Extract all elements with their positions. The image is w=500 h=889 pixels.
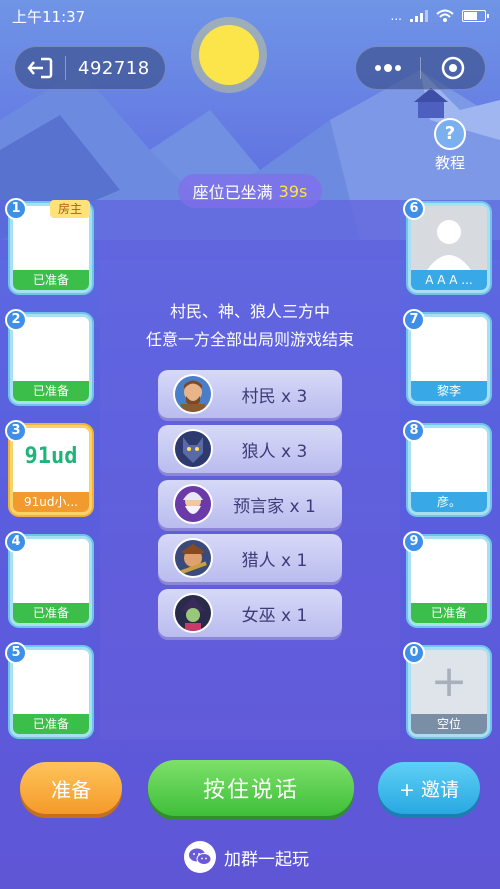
role-item-werewolf: 狼人 x 3	[158, 425, 342, 473]
host-badge: 房主	[50, 200, 90, 218]
status-bar: 上午11:37 ...	[0, 0, 500, 32]
countdown-timer: 39s	[278, 181, 308, 201]
room-pill: 492718	[14, 46, 166, 90]
witch-avatar-icon	[173, 593, 213, 633]
seat-number: 7	[403, 309, 425, 331]
seat-8[interactable]: 彦。	[411, 428, 487, 512]
seat-status: 已准备	[13, 381, 89, 401]
seat-number: 4	[5, 531, 27, 553]
room-number: 492718	[78, 57, 150, 79]
seat-4[interactable]: 已准备	[13, 539, 89, 623]
status-time: 上午11:37	[12, 7, 86, 26]
role-label: 狼人 x 3	[241, 441, 308, 462]
seat-number: 6	[403, 198, 425, 220]
more-dots-icon	[375, 64, 401, 72]
seat-status: 已准备	[13, 714, 89, 734]
seat-7[interactable]: 黎李	[411, 317, 487, 401]
tutorial-button[interactable]: ? 教程	[428, 118, 472, 173]
seat-2[interactable]: 已准备	[13, 317, 89, 401]
ready-button[interactable]: 准备	[20, 762, 122, 814]
seat-6[interactable]: A A A ...	[411, 206, 487, 290]
seat-number: 3	[5, 420, 27, 442]
tutorial-label: 教程	[434, 154, 465, 172]
seat-status-banner: 座位已坐满 39s	[178, 174, 322, 208]
question-icon: ?	[434, 118, 466, 150]
push-to-talk-button[interactable]: 按住说话	[148, 760, 354, 816]
seat-5[interactable]: 已准备	[13, 650, 89, 734]
more-button[interactable]	[356, 47, 420, 89]
seer-avatar-icon	[173, 484, 213, 524]
target-icon	[441, 56, 465, 80]
game-rules: 村民、神、狼人三方中 任意一方全部出局则游戏结束	[100, 298, 400, 354]
role-label: 预言家 x 1	[233, 496, 316, 517]
invite-button[interactable]: + 邀请	[378, 762, 480, 814]
wifi-icon	[436, 9, 454, 22]
seat-number: 2	[5, 309, 27, 331]
seat-number: 9	[403, 531, 425, 553]
exit-icon	[27, 57, 53, 79]
join-group-label: 加群一起玩	[224, 849, 309, 870]
seat-status: 空位	[411, 714, 487, 734]
seat-number: 5	[5, 642, 27, 664]
seat-status: A A A ...	[411, 270, 487, 290]
role-item-villager: 村民 x 3	[158, 370, 342, 418]
seat-3[interactable]: 91ud 91ud小...	[13, 428, 89, 512]
seat-1[interactable]: 已准备	[13, 206, 89, 290]
role-label: 村民 x 3	[241, 386, 308, 407]
signal-icon	[410, 10, 428, 22]
role-item-seer: 预言家 x 1	[158, 480, 342, 528]
rules-line-1: 村民、神、狼人三方中	[169, 302, 330, 321]
join-group-link[interactable]: 加群一起玩	[184, 840, 309, 874]
seat-number: 1	[5, 198, 27, 220]
role-label: 女巫 x 1	[241, 605, 308, 626]
miniprogram-capsule	[355, 46, 486, 90]
network-speed: ...	[390, 9, 402, 23]
hunter-avatar-icon	[173, 538, 213, 578]
seat-9[interactable]: 已准备	[411, 539, 487, 623]
seat-status: 已准备	[411, 603, 487, 623]
exit-room-button[interactable]	[15, 46, 65, 90]
seat-status: 黎李	[411, 381, 487, 401]
seat-status: 彦。	[411, 492, 487, 512]
role-label: 猎人 x 1	[241, 550, 308, 571]
role-item-witch: 女巫 x 1	[158, 589, 342, 637]
seat-number: 8	[403, 420, 425, 442]
seat-status: 已准备	[13, 270, 89, 290]
seat-empty[interactable]: + 空位	[411, 650, 487, 734]
seat-status: 91ud小...	[13, 492, 89, 512]
seat-number: 0	[403, 642, 425, 664]
wechat-icon	[184, 841, 216, 873]
close-miniprogram-button[interactable]	[421, 47, 485, 89]
battery-icon	[462, 10, 489, 22]
add-seat-icon: +	[430, 656, 468, 707]
seat-full-text: 座位已坐满	[192, 183, 273, 202]
villager-avatar-icon	[173, 374, 213, 414]
rules-line-2: 任意一方全部出局则游戏结束	[145, 330, 354, 349]
status-icons: ...	[390, 9, 489, 23]
role-item-hunter: 猎人 x 1	[158, 534, 342, 582]
seat-status: 已准备	[13, 603, 89, 623]
player-logo: 91ud	[24, 444, 78, 469]
werewolf-avatar-icon	[173, 429, 213, 469]
